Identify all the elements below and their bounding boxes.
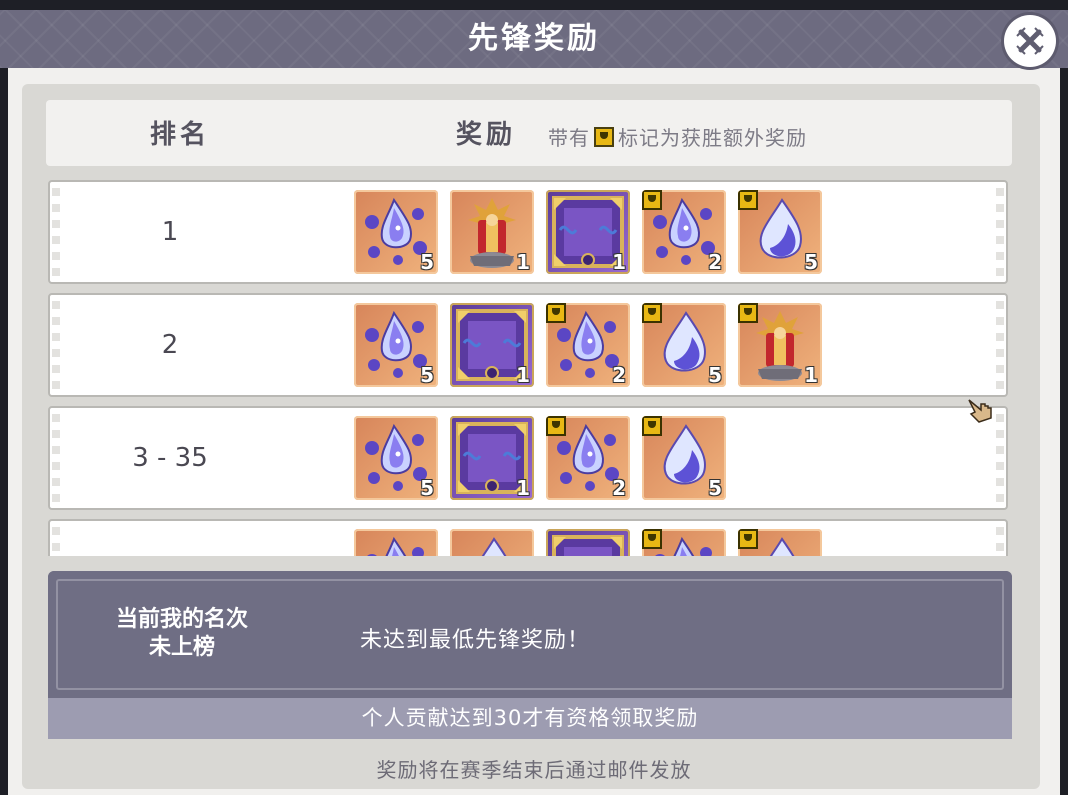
trophy-badge-icon xyxy=(546,303,566,323)
frame-reward-icon[interactable]: 1 xyxy=(450,416,534,500)
trophy-badge-icon xyxy=(738,190,758,210)
reward-row: 3 - 35 5 1 2 5 xyxy=(48,406,1008,510)
crystal-cluster-reward-icon[interactable]: 5 xyxy=(354,416,438,500)
crystal-cluster-reward-icon[interactable]: 2 xyxy=(546,303,630,387)
my-rank-label: 当前我的名次 未上榜 xyxy=(100,606,264,662)
trophy-badge-icon xyxy=(642,529,662,549)
panel-title: 先锋奖励 xyxy=(468,21,600,56)
rank-value xyxy=(90,521,250,556)
mail-delivery-note: 奖励将在赛季结束后通过邮件发放 xyxy=(376,758,692,782)
crystal-cluster-reward-icon[interactable]: 2 xyxy=(642,190,726,274)
bonus-note-suffix: 标记为获胜额外奖励 xyxy=(618,126,807,150)
statue-reward-icon[interactable]: 1 xyxy=(738,303,822,387)
reward-list[interactable]: 1 5 1 1 2 5 2 5 1 2 5 1 3 - 35 5 1 2 5 xyxy=(48,178,1010,556)
item-quantity: 5 xyxy=(420,476,434,500)
crystal-cluster-reward-icon[interactable]: 5 xyxy=(354,190,438,274)
close-button[interactable] xyxy=(1004,15,1056,67)
trophy-badge-icon xyxy=(546,416,566,436)
item-quantity: 2 xyxy=(708,250,722,274)
reward-column-header: 奖励 xyxy=(456,120,517,150)
statue-reward-icon[interactable]: 1 xyxy=(450,190,534,274)
crystal-drop-reward-icon[interactable] xyxy=(738,529,822,556)
bonus-note: 带有 标记为获胜额外奖励 xyxy=(548,122,807,151)
frame-reward-icon[interactable] xyxy=(546,529,630,556)
item-quantity: 5 xyxy=(708,476,722,500)
crystal-cluster-reward-icon[interactable]: 2 xyxy=(546,416,630,500)
item-quantity: 5 xyxy=(420,250,434,274)
item-quantity: 1 xyxy=(516,363,530,387)
bonus-note-prefix: 带有 xyxy=(548,126,590,150)
rank-value: 1 xyxy=(161,217,179,247)
close-x-icon xyxy=(1016,27,1044,55)
crystal-drop-reward-icon[interactable]: 5 xyxy=(642,416,726,500)
trophy-badge-icon xyxy=(738,529,758,549)
item-quantity: 2 xyxy=(612,363,626,387)
frame-reward-icon[interactable]: 1 xyxy=(546,190,630,274)
crystal-cluster-reward-icon[interactable] xyxy=(642,529,726,556)
eligibility-requirement: 个人贡献达到30才有资格领取奖励 xyxy=(48,698,1012,739)
item-quantity: 5 xyxy=(804,250,818,274)
item-quantity: 5 xyxy=(708,363,722,387)
trophy-badge-icon xyxy=(642,190,662,210)
item-quantity: 2 xyxy=(612,476,626,500)
reward-row xyxy=(48,519,1008,556)
item-quantity: 1 xyxy=(516,476,530,500)
frame-reward-icon[interactable]: 1 xyxy=(450,303,534,387)
my-rank-title: 当前我的名次 xyxy=(115,607,248,632)
item-quantity: 5 xyxy=(420,363,434,387)
item-quantity: 1 xyxy=(612,250,626,274)
reward-items: 5 1 1 2 5 xyxy=(354,190,822,276)
my-rank-status: 未上榜 xyxy=(148,635,215,660)
crystal-drop-reward-icon[interactable] xyxy=(450,529,534,556)
crystal-drop-reward-icon[interactable]: 5 xyxy=(738,190,822,274)
reward-row: 2 5 1 2 5 1 xyxy=(48,293,1008,397)
reward-items: 5 1 2 5 1 xyxy=(354,303,822,389)
my-rank-message: 未达到最低先锋奖励！ xyxy=(360,628,591,653)
trophy-badge-icon xyxy=(642,416,662,436)
rank-value: 2 xyxy=(161,330,179,360)
reward-row: 1 5 1 1 2 5 xyxy=(48,180,1008,284)
item-quantity: 1 xyxy=(516,250,530,274)
crystal-cluster-reward-icon[interactable]: 5 xyxy=(354,303,438,387)
trophy-badge-icon xyxy=(642,303,662,323)
item-quantity: 1 xyxy=(804,363,818,387)
rank-value: 3 - 35 xyxy=(132,443,208,473)
crystal-drop-reward-icon[interactable]: 5 xyxy=(642,303,726,387)
hand-cursor-icon xyxy=(968,399,992,423)
reward-items xyxy=(354,529,822,556)
reward-items: 5 1 2 5 xyxy=(354,416,726,502)
crystal-cluster-reward-icon[interactable] xyxy=(354,529,438,556)
trophy-badge-icon xyxy=(738,303,758,323)
trophy-icon xyxy=(594,126,614,147)
rank-column-header: 排名 xyxy=(150,120,211,150)
